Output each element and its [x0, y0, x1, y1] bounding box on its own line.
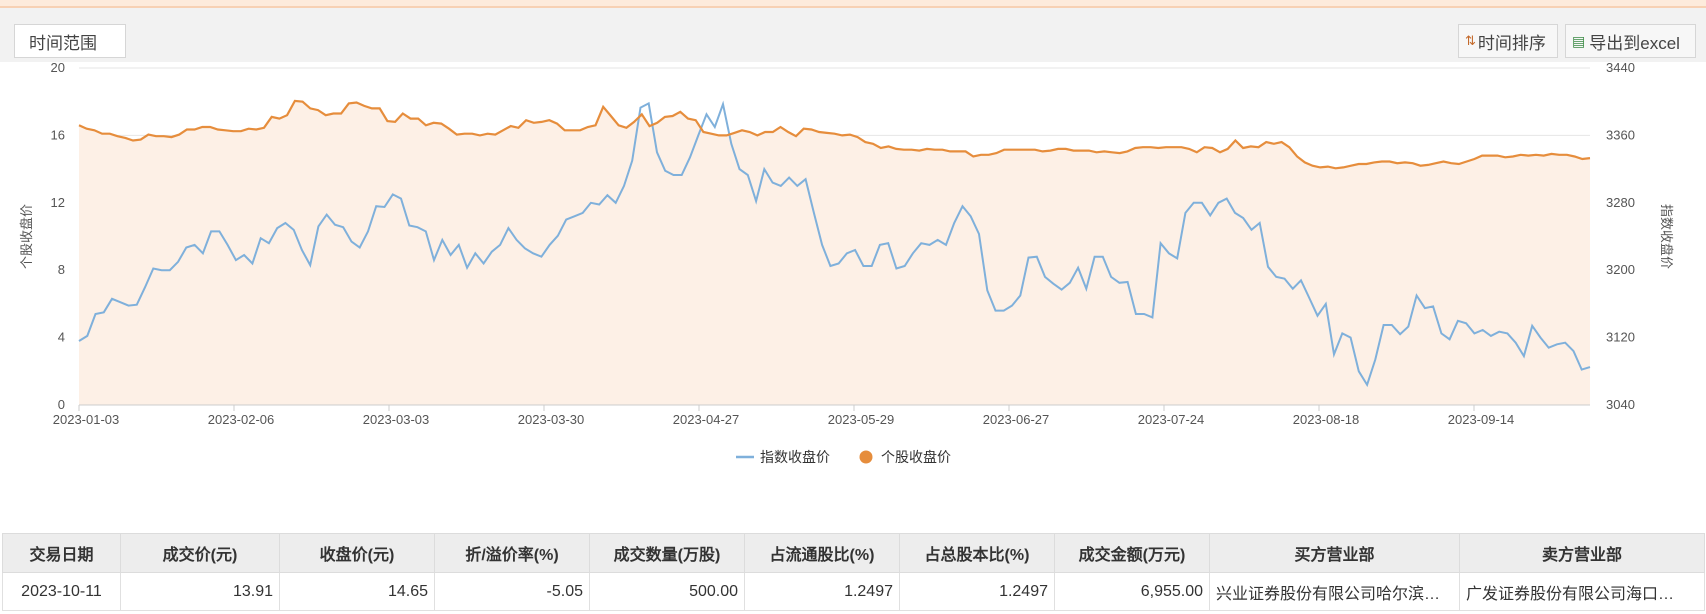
left-tick-label: 20 [51, 62, 65, 75]
table-row: 2023-10-11 13.91 14.65 -5.05 500.00 1.2497 1.2… [2, 572, 1705, 611]
left-tick-label: 12 [51, 195, 65, 210]
x-tick-label: 2023-07-24 [1138, 412, 1205, 427]
export-excel-label: 导出到excel [1589, 33, 1680, 53]
table-header-row: 交易日期 成交价(元) 收盘价(元) 折/溢价率(%) 成交数量(万股) 占流通股比(%)… [2, 533, 1705, 573]
right-tick-label: 3280 [1606, 195, 1635, 210]
price-chart: 0 30404 31208 320012 328016 336020 3440个股收盘价 指数… [19, 62, 1674, 465]
table-header-cell: 交易日期 [2, 533, 121, 573]
time-sort-label: 时间排序 [1477, 33, 1546, 53]
time-range-label: 时间范围 [29, 33, 97, 53]
x-tick-label: 2023-02-06 [208, 412, 275, 427]
left-tick-label: 4 [58, 330, 65, 345]
table-cell: 14.65 [279, 572, 435, 611]
left-tick-label: 16 [51, 127, 65, 142]
legend-stock-swatch [859, 450, 873, 464]
time-range-button[interactable]: 时间范围 [14, 24, 126, 58]
table-header-cell: 折/溢价率(%) [434, 533, 590, 573]
excel-icon: ▤ [1572, 32, 1586, 49]
table-cell: 500.00 [589, 572, 745, 611]
table-header-cell: 成交金额(万元) [1054, 533, 1210, 573]
right-tick-label: 3040 [1606, 397, 1635, 412]
table-header-cell: 占流通股比(%) [744, 533, 900, 573]
table-cell: 2023-10-11 [2, 572, 121, 611]
right-tick-label: 3200 [1606, 262, 1635, 277]
table-cell: 1.2497 [744, 572, 900, 611]
legend-index-label: 指数收盘价 [760, 449, 830, 465]
right-axis-title: 指数收盘价 [1659, 204, 1674, 269]
table-header-cell: 收盘价(元) [279, 533, 435, 573]
top-accent-bar [0, 0, 1706, 8]
right-tick-label: 3120 [1606, 330, 1635, 345]
x-tick-label: 2023-03-30 [518, 412, 585, 427]
table-cell: 兴业证券股份有限公司哈尔滨… [1209, 572, 1460, 611]
x-tick-label: 2023-05-29 [828, 412, 895, 427]
left-tick-label: 0 [58, 397, 65, 412]
x-tick-label: 2023-08-18 [1293, 412, 1360, 427]
table-header-cell: 买方营业部 [1209, 533, 1460, 573]
legend-stock-label: 个股收盘价 [881, 449, 951, 465]
x-tick-label: 2023-04-27 [673, 412, 740, 427]
stock-price-area [79, 100, 1590, 406]
toolbar: 时间范围 ⇅ 时间排序 ▤ 导出到excel [0, 8, 1706, 62]
table-header-cell: 成交价(元) [120, 533, 280, 573]
table-cell: 广发证券股份有限公司海口… [1459, 572, 1705, 611]
x-tick-label: 2023-06-27 [983, 412, 1050, 427]
time-sort-button[interactable]: ⇅ 时间排序 [1458, 24, 1558, 58]
x-tick-label: 2023-09-14 [1448, 412, 1515, 427]
right-tick-label: 3360 [1606, 127, 1635, 142]
x-tick-label: 2023-01-03 [53, 412, 120, 427]
export-excel-button[interactable]: ▤ 导出到excel [1565, 24, 1696, 58]
table-header-cell: 占总股本比(%) [899, 533, 1055, 573]
sort-arrows-icon: ⇅ [1465, 33, 1476, 48]
table-header-cell: 卖方营业部 [1459, 533, 1705, 573]
x-tick-label: 2023-03-03 [363, 412, 430, 427]
table-cell: 1.2497 [899, 572, 1055, 611]
table-header-cell: 成交数量(万股) [589, 533, 745, 573]
table-cell: 13.91 [120, 572, 280, 611]
table-cell: -5.05 [434, 572, 590, 611]
left-axis-title: 个股收盘价 [19, 204, 34, 269]
left-tick-label: 8 [58, 262, 65, 277]
block-trade-table: 交易日期 成交价(元) 收盘价(元) 折/溢价率(%) 成交数量(万股) 占流通股比(%)… [2, 533, 1705, 611]
right-tick-label: 3440 [1606, 62, 1635, 75]
table-cell: 6,955.00 [1054, 572, 1210, 611]
